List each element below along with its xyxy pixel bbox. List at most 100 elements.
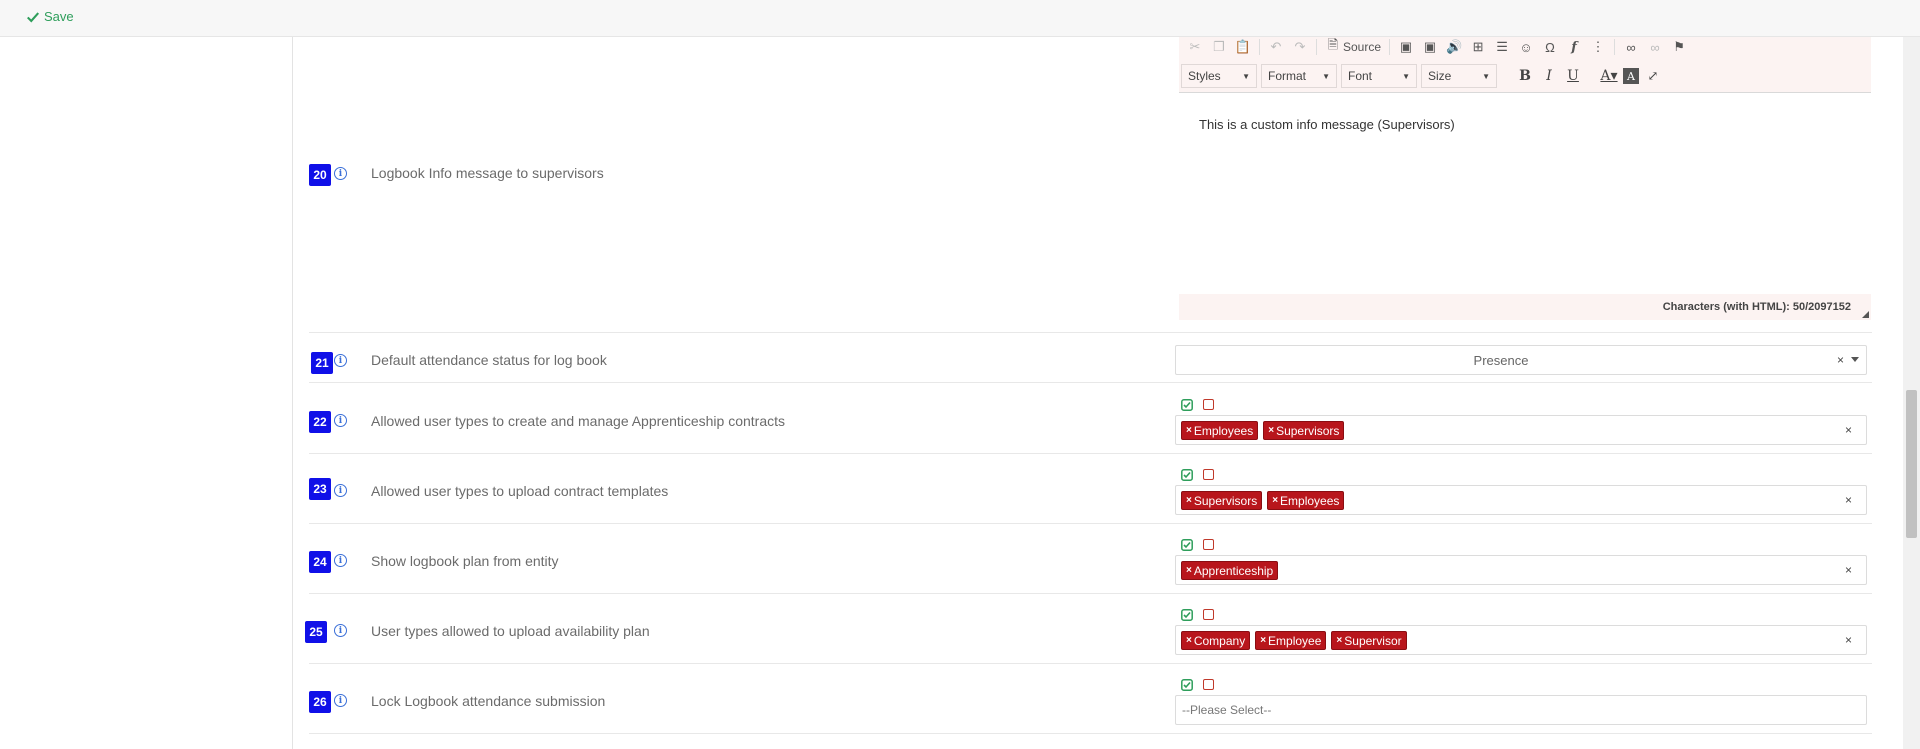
setting-number-badge: 26 [309,691,331,713]
list-options-icon[interactable]: ⋮ [1590,39,1606,55]
underline-icon[interactable]: U [1563,66,1583,86]
info-icon[interactable]: i [334,484,347,497]
chevron-down-icon: ▼ [1482,71,1490,81]
info-icon[interactable]: i [334,414,347,427]
table-icon[interactable]: ⊞ [1470,39,1486,55]
clear-icon[interactable]: × [1845,633,1852,647]
remove-icon[interactable]: × [1260,635,1266,646]
setting-label: Default attendance status for log book [371,352,607,368]
bold-icon[interactable]: B [1515,66,1535,86]
save-button[interactable]: Save [26,9,74,24]
select-controls [1181,399,1214,411]
lock-submission-select[interactable]: --Please Select-- [1175,695,1867,725]
tag-apprenticeship[interactable]: × Apprenticeship [1181,561,1279,580]
deselect-all-icon[interactable] [1203,539,1214,550]
info-icon[interactable]: i [334,694,347,707]
availability-upload-user-types-multiselect[interactable]: × Company × Employee × Supervisor × [1175,625,1867,655]
setting-label: Allowed user types to upload contract te… [371,483,669,499]
special-char-icon[interactable]: Ω [1542,39,1558,55]
math-formula-icon[interactable]: f [1566,39,1582,55]
tag-label: Company [1193,633,1246,648]
anchor-flag-icon[interactable]: ⚑ [1671,39,1687,55]
editor-content[interactable]: This is a custom info message (Superviso… [1199,117,1455,132]
toolbar-separator [1389,39,1391,55]
size-dropdown[interactable]: Size ▼ [1421,64,1497,88]
horizontal-rule-icon[interactable]: ☰ [1494,39,1510,55]
top-toolbar: Save [0,0,1920,37]
setting-label: Lock Logbook attendance submission [371,693,606,709]
remove-icon[interactable]: × [1186,425,1192,436]
info-icon[interactable]: i [334,624,347,637]
save-label: Save [44,9,74,24]
left-panel [0,37,293,749]
paste-icon[interactable]: 📋 [1235,39,1251,55]
link-icon[interactable]: ∞ [1623,39,1639,55]
logbook-plan-entity-multiselect[interactable]: × Apprenticeship × [1175,555,1867,585]
copy-icon[interactable]: ❐ [1211,39,1227,55]
text-color-icon[interactable]: A▾ [1599,66,1619,86]
clear-icon[interactable]: × [1837,353,1844,367]
tag-label: Supervisors [1276,423,1340,438]
tag-label: Employees [1280,493,1340,508]
contract-user-types-multiselect[interactable]: × Employees × Supervisors × [1175,415,1867,445]
select-value: Presence [1473,353,1529,368]
info-icon[interactable]: i [334,554,347,567]
tag-label: Apprenticeship [1193,563,1274,578]
tag-employee[interactable]: × Employee [1255,631,1327,650]
setting-label: Allowed user types to create and manage … [371,413,786,429]
redo-icon[interactable]: ↷ [1292,39,1308,55]
deselect-all-icon[interactable] [1203,609,1214,620]
italic-icon[interactable]: I [1539,66,1559,86]
select-controls [1181,539,1214,551]
tag-supervisors[interactable]: × Supervisors [1263,421,1345,440]
tag-company[interactable]: × Company [1181,631,1251,650]
setting-label: Logbook Info message to supervisors [371,165,604,181]
tag-employees[interactable]: × Employees [1181,421,1259,440]
remove-icon[interactable]: × [1268,425,1274,436]
source-icon[interactable]: 🗎 [1325,37,1341,55]
remove-icon[interactable]: × [1186,495,1192,506]
font-dropdown[interactable]: Font ▼ [1341,64,1417,88]
maximize-icon[interactable]: ⤢ [1643,66,1663,86]
attendance-status-select[interactable]: Presence × [1175,345,1867,375]
select-all-icon[interactable] [1181,609,1193,621]
deselect-all-icon[interactable] [1203,679,1214,690]
deselect-all-icon[interactable] [1203,469,1214,480]
image2-icon[interactable]: ▣ [1422,39,1438,55]
remove-icon[interactable]: × [1186,565,1192,576]
remove-icon[interactable]: × [1336,635,1342,646]
image-icon[interactable]: ▣ [1398,39,1414,55]
remove-icon[interactable]: × [1272,495,1278,506]
tag-employees[interactable]: × Employees [1267,491,1345,510]
setting-number-badge: 20 [309,164,331,186]
select-all-icon[interactable] [1181,469,1193,481]
select-all-icon[interactable] [1181,539,1193,551]
chevron-down-icon: ▼ [1402,71,1410,81]
clear-icon[interactable]: × [1845,493,1852,507]
clear-icon[interactable]: × [1845,563,1852,577]
smiley-icon[interactable]: ☺ [1518,39,1534,55]
rich-text-editor: ✂ ❐ 📋 ↶ ↷ 🗎 Source ▣ ▣ 🔊 ⊞ ☰ ☺ Ω f ⋮ ∞ ∞… [1179,37,1871,320]
background-color-icon[interactable]: A [1623,68,1639,84]
info-icon[interactable]: i [334,354,347,367]
tag-supervisor[interactable]: × Supervisor [1331,631,1407,650]
cut-icon[interactable]: ✂ [1187,39,1203,55]
chevron-down-icon[interactable] [1851,357,1859,362]
deselect-all-icon[interactable] [1203,399,1214,410]
unlink-icon[interactable]: ∞ [1647,39,1663,55]
tag-supervisors[interactable]: × Supervisors [1181,491,1263,510]
info-icon[interactable]: i [334,167,347,180]
audio-icon[interactable]: 🔊 [1446,39,1462,55]
scrollbar-thumb[interactable] [1906,390,1917,538]
template-upload-user-types-multiselect[interactable]: × Supervisors × Employees × [1175,485,1867,515]
select-all-icon[interactable] [1181,399,1193,411]
resize-handle-icon[interactable] [1862,311,1869,318]
format-dropdown[interactable]: Format ▼ [1261,64,1337,88]
select-controls [1181,679,1214,691]
source-button[interactable]: Source [1343,40,1381,54]
styles-dropdown[interactable]: Styles ▼ [1181,64,1257,88]
select-all-icon[interactable] [1181,679,1193,691]
undo-icon[interactable]: ↶ [1268,39,1284,55]
remove-icon[interactable]: × [1186,635,1192,646]
clear-icon[interactable]: × [1845,423,1852,437]
